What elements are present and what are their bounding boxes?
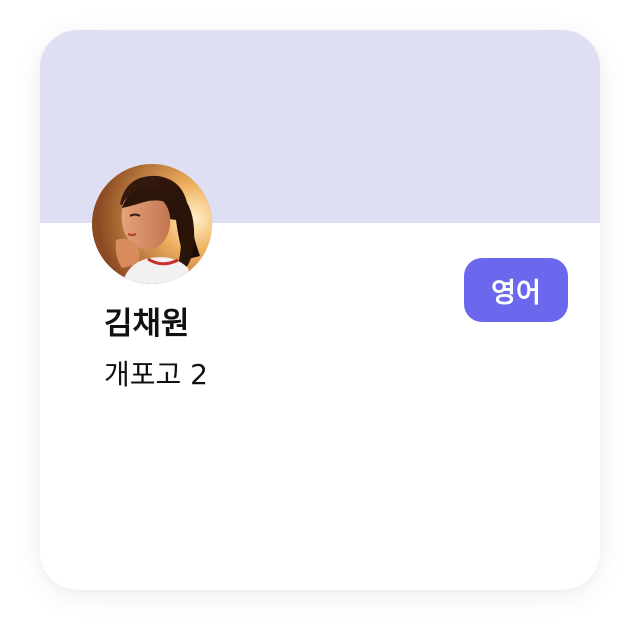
student-name: 김채원 [104, 306, 190, 342]
avatar [92, 164, 212, 284]
school-grade: 개포고 2 [104, 358, 208, 391]
profile-card: 김채원 개포고 2 영어 [40, 30, 600, 590]
avatar-photo [92, 164, 212, 284]
subject-badge-button[interactable]: 영어 [464, 258, 568, 322]
